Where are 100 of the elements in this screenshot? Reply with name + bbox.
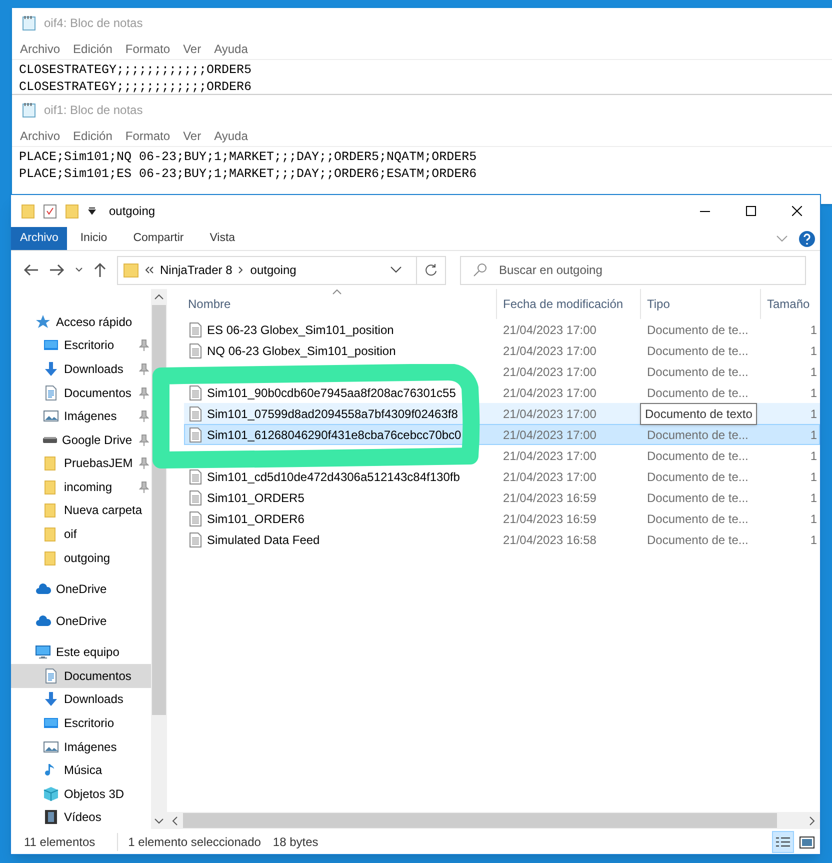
column-header[interactable]: Tipo: [640, 289, 760, 319]
file-row[interactable]: Sim101_ORDER6 21/04/2023 16:59 Documento de te... 1: [184, 508, 820, 529]
file-row[interactable]: Sim101_90b0cdb60e7945aa8f208ac76301c55 21/04/2023 17:00 Documento de te... 1: [184, 382, 820, 403]
type-cell: Documento de te...: [647, 490, 748, 504]
menu-item[interactable]: Archivo: [20, 40, 60, 58]
file-row[interactable]: 21/04/2023 17:00 Documento de te... 1: [184, 361, 820, 382]
nav-item[interactable]: Downloads: [11, 357, 151, 381]
file-row[interactable]: Sim101_61268046290f431e8cba76cebcc70bc0 21/04/2023 17:00 Documento de te... 1: [184, 424, 820, 445]
nav-item[interactable]: Vídeos: [11, 806, 151, 830]
date-cell-text: 21/04/2023 17:00: [502, 342, 598, 360]
nav-item[interactable]: Este equipo: [11, 640, 151, 664]
file-row[interactable]: ES 06-23 Globex_Sim101_position 21/04/2023 17:00 Documento de te... 1: [184, 319, 820, 340]
dropdown-icon: [87, 206, 97, 216]
file-name: Sim101_07599d8ad2094558a7bf4309f02463f8: [207, 406, 458, 422]
ribbon-tab[interactable]: Archivo: [11, 227, 68, 250]
nav-item[interactable]: Escritorio: [11, 711, 151, 735]
chevron-down-icon: [776, 234, 788, 242]
close-icon: [792, 206, 802, 216]
size-cell-text: 1: [809, 448, 818, 464]
text-file-icon: [189, 532, 202, 548]
menu-item[interactable]: Edición: [73, 40, 112, 58]
status-text: 18 bytes: [272, 834, 318, 850]
breadcrumb-item[interactable]: outgoing: [250, 261, 296, 279]
text-file-icon: [189, 490, 202, 506]
size-cell-text: 1: [809, 406, 818, 422]
file-name: Sim101_ORDER6: [207, 510, 304, 528]
menu-item[interactable]: Ver: [183, 40, 202, 58]
scrollbar[interactable]: [167, 812, 820, 829]
refresh-icon: [424, 263, 438, 277]
nav-item[interactable]: Imágenes: [11, 404, 151, 428]
date-cell-text: 21/04/2023 17:00: [502, 322, 598, 338]
ribbon-tab[interactable]: Vista: [196, 227, 248, 250]
nav-item[interactable]: Documentos: [11, 380, 151, 404]
column-header[interactable]: Tamaño: [760, 289, 820, 319]
size-cell-text: 1: [809, 490, 818, 506]
nav-item[interactable]: OneDrive: [11, 577, 151, 601]
nav-item[interactable]: Acceso rápido: [11, 310, 151, 334]
chevron-right-icon: [238, 266, 244, 274]
window-title: oif4: Bloc de notas: [44, 15, 143, 32]
menu-item[interactable]: Ayuda: [214, 126, 248, 144]
menu-item[interactable]: Archivo: [20, 126, 60, 144]
nav-item[interactable]: outgoing: [11, 546, 151, 570]
nav-item[interactable]: Imágenes: [11, 734, 151, 758]
size-cell-text: 1: [809, 342, 818, 360]
text-file-icon: [189, 510, 202, 526]
menu-item[interactable]: Ayuda: [214, 40, 248, 58]
nav-item[interactable]: Downloads: [11, 688, 151, 712]
address-bar[interactable]: NinjaTrader 8 outgoing: [117, 256, 446, 284]
size-cell-text: 1: [809, 322, 818, 338]
nav-item[interactable]: incoming: [11, 475, 151, 499]
date-cell-text: 21/04/2023 17:00: [502, 426, 598, 444]
menu-item[interactable]: Formato: [125, 40, 170, 58]
type-cell: Documento de te...: [647, 386, 748, 400]
text-file-icon: [189, 342, 202, 358]
file-row[interactable]: Sim101_ORDER5 21/04/2023 16:59 Documento de te... 1: [184, 487, 820, 508]
nav-item[interactable]: Objetos 3D: [11, 782, 151, 806]
file-row[interactable]: NQ 06-23 Globex_Sim101_position 21/04/2023 17:00 Documento de te... 1: [184, 340, 820, 361]
file-name: Sim101_ORDER5: [207, 490, 304, 506]
date-cell-text: 21/04/2023 16:58: [502, 532, 598, 548]
date-cell-text: 21/04/2023 17:00: [502, 364, 598, 380]
text-file-icon: [189, 384, 202, 400]
menu-item[interactable]: Edición: [73, 126, 112, 144]
column-header[interactable]: Fecha de modificación: [496, 289, 640, 319]
nav-item[interactable]: oif: [11, 522, 151, 546]
file-row[interactable]: 21/04/2023 17:00 Documento de te... 1: [184, 445, 820, 466]
folder-icon: [21, 203, 35, 219]
nav-item[interactable]: Google Drive: [11, 428, 151, 452]
drive-icon: [43, 436, 57, 443]
text-line: CLOSESTRATEGY;;;;;;;;;;;;ORDER5: [19, 62, 253, 79]
notepad-icon: [22, 102, 36, 118]
up-arrow-icon: [93, 262, 107, 278]
nav-item[interactable]: Escritorio: [11, 334, 151, 358]
file-name: Sim101_90b0cdb60e7945aa8f208ac76301c55: [207, 384, 456, 402]
size-cell-text: 1: [809, 426, 818, 444]
window-title: outgoing: [109, 203, 156, 220]
column-header[interactable]: Nombre: [184, 289, 496, 319]
menu-item[interactable]: Formato: [125, 126, 170, 144]
breadcrumb-item[interactable]: NinjaTrader 8: [160, 261, 232, 279]
file-row[interactable]: Simulated Data Feed 21/04/2023 16:58 Documento de te... 1: [184, 529, 820, 550]
nav-item[interactable]: OneDrive: [11, 608, 151, 633]
type-cell: Documento de te...: [647, 322, 748, 336]
nav-item[interactable]: Música: [11, 758, 151, 782]
date-cell-text: 21/04/2023 17:00: [502, 406, 598, 422]
text-file-icon: [189, 322, 202, 338]
size-cell-text: 1: [809, 532, 818, 548]
menu-item[interactable]: Ver: [183, 126, 202, 144]
text-line: PLACE;Sim101;ES 06-23;BUY;1;MARKET;;;DAY;;ORDER6;ESATM;ORDER6: [19, 166, 478, 183]
ribbon-tab[interactable]: Compartir: [120, 227, 197, 250]
ribbon-tab[interactable]: Inicio: [67, 227, 120, 250]
file-name: Simulated Data Feed: [207, 532, 320, 548]
nav-item[interactable]: Nueva carpeta: [11, 498, 151, 522]
nav-item[interactable]: PruebasJEM: [11, 451, 151, 476]
details-view-button[interactable]: [772, 830, 794, 852]
file-row[interactable]: Sim101_cd5d10de472d4306a512143c84f130fb 21/04/2023 17:00 Documento de te... 1: [184, 466, 820, 487]
size-cell-text: 1: [809, 364, 818, 380]
type-cell: Documento de te...: [647, 364, 748, 378]
nav-item[interactable]: Documentos: [11, 664, 151, 688]
document-icon: [43, 668, 59, 684]
search-box[interactable]: Buscar en outgoing: [460, 256, 806, 284]
search-field[interactable]: Buscar en outgoing: [499, 256, 805, 284]
